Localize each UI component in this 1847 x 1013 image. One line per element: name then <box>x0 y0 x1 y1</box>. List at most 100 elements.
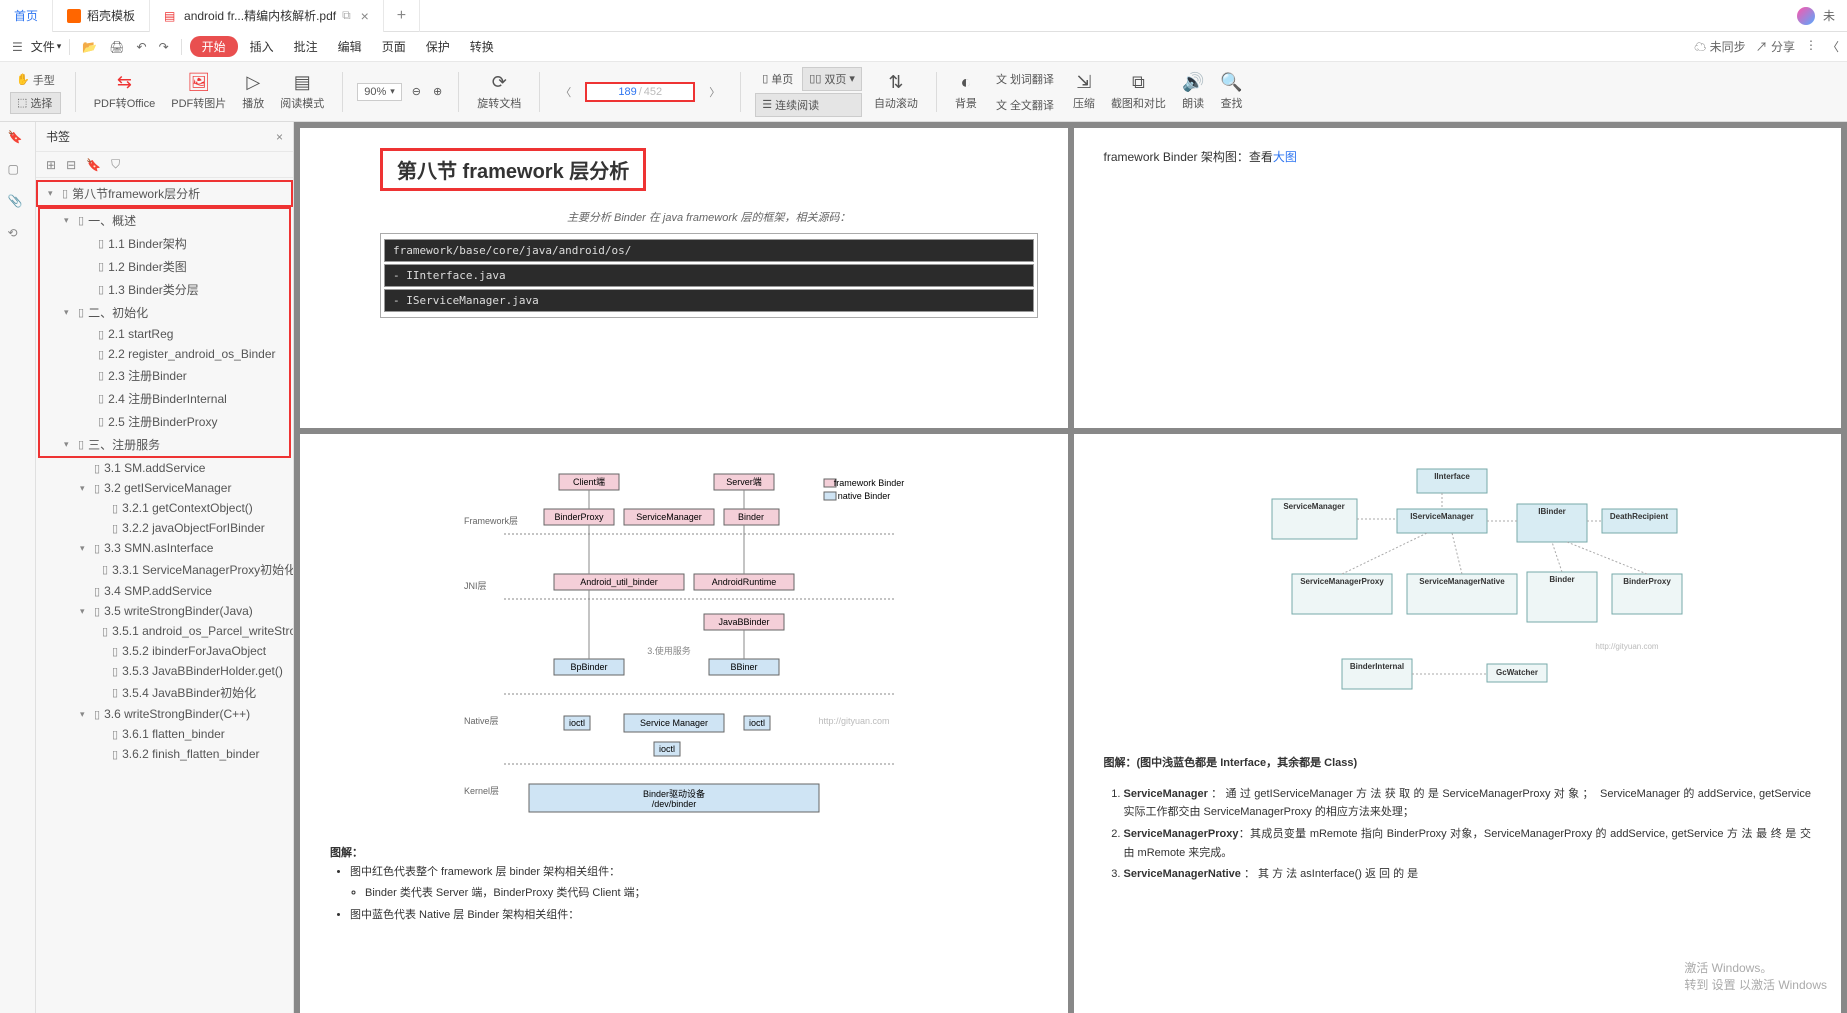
bookmark-item[interactable]: ▾▯3.6 writeStrongBinder(C++) <box>36 704 293 724</box>
compress[interactable]: ⇲压缩 <box>1069 70 1099 113</box>
collapse-icon[interactable]: 〈 <box>1827 38 1839 55</box>
read-mode[interactable]: ▤阅读模式 <box>276 70 328 113</box>
screenshot-compare[interactable]: ⧉截图和对比 <box>1107 70 1170 113</box>
bookmark-item[interactable]: ▯3.5.3 JavaBBinderHolder.get() <box>36 661 293 681</box>
svg-text:framework Binder: framework Binder <box>833 478 904 488</box>
bookmark-item[interactable]: ▾▯二、初始化 <box>40 301 289 324</box>
play[interactable]: ▷播放 <box>238 70 268 113</box>
sidebar-tools: ⊞ ⊟ 🔖 ⛉ <box>36 152 293 178</box>
bookmark-item[interactable]: ▯3.2.1 getContextObject() <box>36 498 293 518</box>
pdf-to-office[interactable]: ⇆PDF转Office <box>90 70 160 113</box>
big-image-link[interactable]: 大图 <box>1273 150 1297 164</box>
menu-page[interactable]: 页面 <box>374 36 414 57</box>
bookmark-item[interactable]: ▯2.4 注册BinderInternal <box>40 387 289 410</box>
bookmark-item[interactable]: ▯3.1 SM.addService <box>36 458 293 478</box>
menu-annotate[interactable]: 批注 <box>286 36 326 57</box>
page-input[interactable]: 189/452 <box>585 82 695 102</box>
tab-home[interactable]: 首页 <box>0 0 53 32</box>
redo-icon[interactable]: ↷ <box>155 38 173 56</box>
hand-tool[interactable]: ✋手型 <box>10 70 61 90</box>
tab-restore-icon[interactable]: ⧉ <box>342 8 351 23</box>
undo-icon[interactable]: ↶ <box>133 38 151 56</box>
svg-text:Binder: Binder <box>738 512 764 522</box>
toolbar: ✋手型 ⬚选择 ⇆PDF转Office 🖼PDF转图片 ▷播放 ▤阅读模式 90… <box>0 62 1847 122</box>
left-icon-bar: 🔖 ▢ 📎 ⟲ <box>0 122 36 1013</box>
bookmark-item[interactable]: ▯3.6.1 flatten_binder <box>36 724 293 744</box>
zoom-in-icon[interactable]: ⊕ <box>431 85 444 98</box>
bookmark-item[interactable]: ▯2.2 register_android_os_Binder <box>40 344 289 364</box>
select-tool[interactable]: ⬚选择 <box>10 92 61 114</box>
bookmark-item[interactable]: ▯3.5.4 JavaBBinder初始化 <box>36 681 293 704</box>
bookmark-item[interactable]: ▾▯3.5 writeStrongBinder(Java) <box>36 601 293 621</box>
hamburger-icon[interactable]: ☰ <box>8 38 27 56</box>
bookmark-item[interactable]: ▯3.3.1 ServiceManagerProxy初始化 <box>36 558 293 581</box>
menu-protect[interactable]: 保护 <box>418 36 458 57</box>
double-page[interactable]: ▯▯ 双页 ▾ <box>802 67 862 91</box>
continuous-read[interactable]: ☰ 连续阅读 <box>755 93 862 117</box>
bookmark-panel-icon[interactable]: 🔖 <box>8 130 28 150</box>
zoom-select[interactable]: 90% ▾ <box>357 83 402 101</box>
auto-scroll[interactable]: ⇅自动滚动 <box>870 70 922 113</box>
svg-text:ServiceManagerNative: ServiceManagerNative <box>1420 577 1506 586</box>
bookmark-item[interactable]: ▯2.1 startReg <box>40 324 289 344</box>
bookmark-item[interactable]: ▯3.5.1 android_os_Parcel_writeStrongBind… <box>36 621 293 641</box>
bookmark-item[interactable]: ▯3.2.2 javaObjectForIBinder <box>36 518 293 538</box>
print-icon[interactable]: 🖨 <box>105 38 128 56</box>
bookmark-item[interactable]: ▯1.3 Binder类分层 <box>40 278 289 301</box>
svg-text:Service Manager: Service Manager <box>640 718 708 728</box>
bookmark-item[interactable]: ▯3.4 SMP.addService <box>36 581 293 601</box>
bookmark-item[interactable]: ▯3.5.2 ibinderForJavaObject <box>36 641 293 661</box>
svg-text:Framework层: Framework层 <box>464 516 518 526</box>
read-aloud[interactable]: 🔊朗读 <box>1178 70 1208 113</box>
bookmark-icon[interactable]: 🔖 <box>86 158 101 172</box>
bookmark-item[interactable]: ▯1.1 Binder架构 <box>40 232 289 255</box>
thumbnail-panel-icon[interactable]: ▢ <box>8 162 28 182</box>
rotate-doc[interactable]: ⟳旋转文档 <box>473 70 525 113</box>
svg-text:3.使用服务: 3.使用服务 <box>647 645 691 656</box>
single-page[interactable]: ▯ 单页 <box>755 67 800 91</box>
more-icon[interactable]: ⋮ <box>1805 38 1817 55</box>
tab-new[interactable]: + <box>384 0 420 32</box>
collapse-all-icon[interactable]: ⊟ <box>66 158 76 172</box>
bookmark-item[interactable]: ▾▯3.2 getIServiceManager <box>36 478 293 498</box>
close-icon[interactable]: × <box>361 8 369 24</box>
tab-pdf[interactable]: ▤ android fr...精编内核解析.pdf ⧉ × <box>150 0 384 32</box>
sidebar-close-icon[interactable]: × <box>276 130 283 144</box>
find[interactable]: 🔍查找 <box>1216 70 1246 113</box>
bookmark-item[interactable]: ▯3.6.2 finish_flatten_binder <box>36 744 293 764</box>
bookmark-item[interactable]: ▾▯3.3 SMN.asInterface <box>36 538 293 558</box>
menu-insert[interactable]: 插入 <box>242 36 282 57</box>
background[interactable]: ◐背景 <box>951 70 981 113</box>
expand-all-icon[interactable]: ⊞ <box>46 158 56 172</box>
menu-edit[interactable]: 编辑 <box>330 36 370 57</box>
pdf-icon: ▤ <box>164 9 178 23</box>
bookmark-item[interactable]: ▾▯三、注册服务 <box>40 433 289 456</box>
start-tab[interactable]: 开始 <box>190 36 238 57</box>
bookmark-item[interactable]: ▾▯一、概述 <box>40 209 289 232</box>
sidebar-title: 书签 <box>46 128 70 145</box>
pdf-viewport[interactable]: ➚ 第八节 framework 层分析 主要分析 Binder 在 java f… <box>294 122 1847 1013</box>
bookmark-item[interactable]: ▯2.3 注册Binder <box>40 364 289 387</box>
svg-text:ioctl: ioctl <box>569 718 585 728</box>
file-menu[interactable]: 文件 ▾ <box>31 38 62 55</box>
bookmark-item[interactable]: ▯1.2 Binder类图 <box>40 255 289 278</box>
share-button[interactable]: ↗ 分享 <box>1756 38 1795 55</box>
full-translate[interactable]: 文 全文翻译 <box>989 93 1061 117</box>
svg-text:Kernel层: Kernel层 <box>464 786 499 796</box>
next-page[interactable]: 〉 <box>703 84 726 100</box>
avatar[interactable] <box>1797 7 1815 25</box>
menu-convert[interactable]: 转换 <box>462 36 502 57</box>
prev-page[interactable]: 〈 <box>554 84 577 100</box>
word-translate[interactable]: 文 划词翻译 <box>989 67 1061 91</box>
convert-panel-icon[interactable]: ⟲ <box>8 226 28 246</box>
pdf-to-image[interactable]: 🖼PDF转图片 <box>167 70 230 113</box>
code-line: - IServiceManager.java <box>384 289 1034 312</box>
bookmark-item[interactable]: ▯2.5 注册BinderProxy <box>40 410 289 433</box>
open-icon[interactable]: 📂 <box>78 38 101 56</box>
tab-template[interactable]: 稻壳模板 <box>53 0 150 32</box>
zoom-out-icon[interactable]: ⊖ <box>410 85 423 98</box>
bookmark-item[interactable]: ▾▯第八节framework层分析 <box>36 180 293 207</box>
sync-status[interactable]: ☁ 未同步 <box>1694 38 1745 55</box>
bookmark-del-icon[interactable]: ⛉ <box>111 157 120 172</box>
attachment-panel-icon[interactable]: 📎 <box>8 194 28 214</box>
